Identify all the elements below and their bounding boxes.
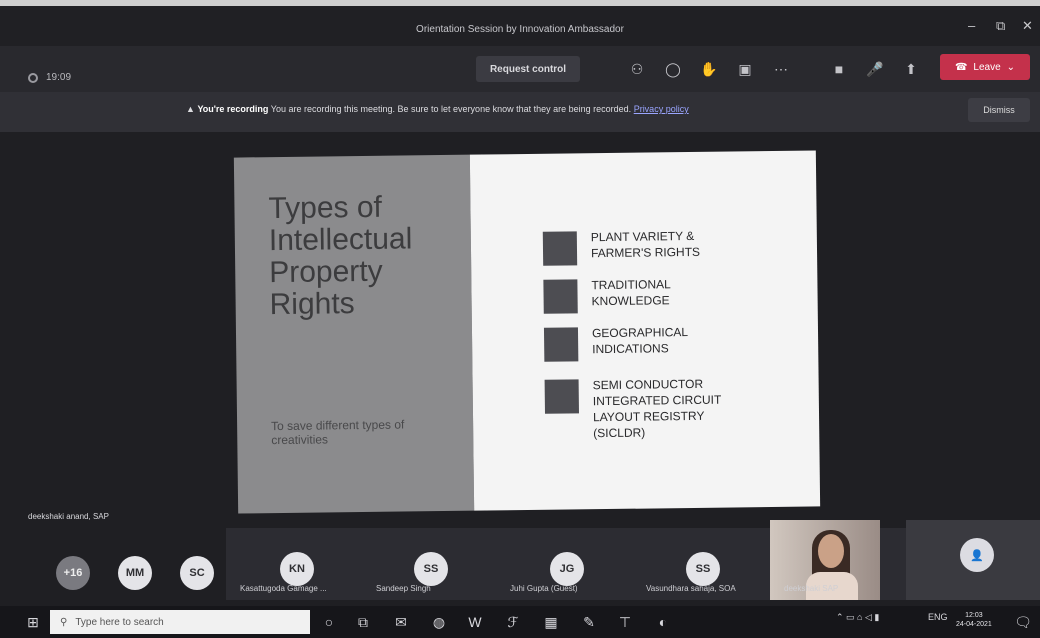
leave-button[interactable]: ☎ Leave ⌄ <box>940 54 1030 80</box>
bullet-square-icon <box>542 231 578 266</box>
participant-name: Vasundhara sahaja, SOA <box>646 584 736 593</box>
bullet-square-icon <box>543 327 579 362</box>
shared-slide: Types of Intellectual Property Rights To… <box>233 150 821 514</box>
phone-icon: ☎ <box>954 61 968 73</box>
close-button[interactable]: ✕ <box>1022 18 1033 34</box>
language-indicator[interactable]: ENG <box>928 612 948 622</box>
avatar[interactable]: SS <box>414 552 448 586</box>
request-control-button[interactable]: Request control <box>476 56 580 82</box>
browser-icon[interactable]: ◐ <box>652 611 674 633</box>
clock-time: 12:03 <box>965 612 983 619</box>
paint-icon[interactable]: ✎ <box>578 611 600 633</box>
mail-icon[interactable]: ✉ <box>390 611 412 633</box>
slide-right-panel: PLANT VARIETY & FARMER'S RIGHTS TRADITIO… <box>469 150 821 511</box>
webcam-face <box>818 534 844 568</box>
cortana-icon[interactable]: ○ <box>318 611 340 633</box>
participant-name: deekshaki SAP <box>784 584 839 593</box>
timer-text: 19:09 <box>46 72 72 83</box>
avatar[interactable]: KN <box>280 552 314 586</box>
leave-label: Leave <box>973 61 1001 73</box>
search-placeholder: Type here to search <box>75 616 164 628</box>
window-title: Orientation Session by Innovation Ambass… <box>416 24 624 35</box>
clock-date: 24-04-2021 <box>956 621 992 628</box>
avatar-overflow[interactable]: +16 <box>56 556 90 590</box>
teams-icon[interactable]: ⊤ <box>614 611 636 633</box>
slide-subtitle: To save different types of creativities <box>271 417 405 448</box>
bullet-square-icon <box>544 379 579 414</box>
word-icon[interactable]: W <box>464 611 486 633</box>
ip-item-text: PLANT VARIETY & FARMER'S RIGHTS <box>590 228 701 261</box>
avatar[interactable]: SS <box>686 552 720 586</box>
slide-left-panel: Types of Intellectual Property Rights To… <box>233 154 475 514</box>
avatar[interactable]: JG <box>550 552 584 586</box>
recording-strong: You're recording <box>197 104 269 114</box>
app-icon[interactable]: ℱ <box>502 611 524 633</box>
windows-start-icon[interactable]: ⊞ <box>22 611 44 633</box>
task-view-icon[interactable]: ⧉ <box>352 611 374 633</box>
more-icon[interactable]: ⋯ <box>772 60 790 78</box>
notifications-icon[interactable]: 🗨 <box>1012 611 1034 633</box>
avatar[interactable]: MM <box>118 556 152 590</box>
recording-text: You are recording this meeting. Be sure … <box>270 104 632 114</box>
system-tray-icons[interactable]: ⌃ ▭ ⌂ ◁ ▮ <box>836 612 879 623</box>
bullet-square-icon <box>543 279 578 314</box>
ip-list-item: TRADITIONAL KNOWLEDGE <box>543 276 671 314</box>
ip-list-item: SEMI CONDUCTOR INTEGRATED CIRCUIT LAYOUT… <box>544 376 722 442</box>
participant-name: Juhi Gupta (Guest) <box>510 584 578 593</box>
meeting-timer: 19:09 <box>28 72 71 83</box>
mic-icon[interactable]: 🎤 <box>866 60 884 78</box>
participants-icon[interactable]: ⚇ <box>628 60 646 78</box>
avatar[interactable]: SC <box>180 556 214 590</box>
recording-dot-icon <box>28 72 38 83</box>
taskbar-search-box[interactable]: ⚲ Type here to search <box>50 610 310 634</box>
minimize-button[interactable]: – <box>968 18 975 33</box>
dismiss-button[interactable]: Dismiss <box>968 98 1030 122</box>
chat-icon[interactable]: ◯ <box>664 60 682 78</box>
rooms-icon[interactable]: ▣ <box>736 60 754 78</box>
privacy-policy-link[interactable]: Privacy policy <box>634 104 689 114</box>
ip-list-item: GEOGRAPHICAL INDICATIONS <box>543 324 689 362</box>
ip-list-item: PLANT VARIETY & FARMER'S RIGHTS <box>542 228 701 266</box>
chrome-icon[interactable]: ◍ <box>428 611 450 633</box>
photos-icon[interactable]: ▦ <box>540 611 562 633</box>
ip-item-text: SEMI CONDUCTOR INTEGRATED CIRCUIT LAYOUT… <box>592 376 722 441</box>
ip-item-text: GEOGRAPHICAL INDICATIONS <box>591 325 689 357</box>
camera-icon[interactable]: ■ <box>830 60 848 78</box>
ip-item-text: TRADITIONAL KNOWLEDGE <box>591 277 671 309</box>
chevron-down-icon: ⌄ <box>1006 61 1016 73</box>
presenter-name: deekshaki anand, SAP <box>28 512 109 521</box>
recording-message: ▲ You're recording You are recording thi… <box>186 104 689 114</box>
taskbar-clock[interactable]: 12:03 24-04-2021 <box>956 611 992 629</box>
participant-name: Kasattugoda Gamage ... <box>240 584 327 593</box>
raise-hand-icon[interactable]: ✋ <box>700 60 718 78</box>
slide-title: Types of Intellectual Property Rights <box>268 190 413 322</box>
participant-name: Sandeep Singh <box>376 584 431 593</box>
search-icon: ⚲ <box>60 616 68 628</box>
participant-tile[interactable]: 👤 <box>906 520 1040 600</box>
maximize-button[interactable]: ⧉ <box>996 18 1005 34</box>
warning-icon: ▲ <box>186 104 195 114</box>
share-icon[interactable]: ⬆ <box>902 60 920 78</box>
person-icon: 👤 <box>960 538 994 572</box>
